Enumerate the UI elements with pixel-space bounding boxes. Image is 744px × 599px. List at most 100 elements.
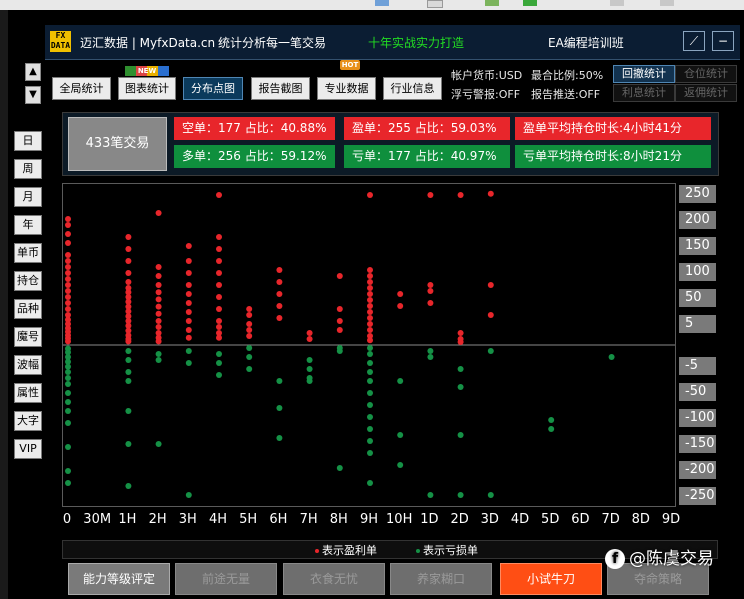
loss-point [155, 357, 162, 363]
toolbar-icon[interactable] [427, 0, 443, 8]
toolbar-icon[interactable] [610, 0, 624, 6]
loss-point [125, 369, 132, 375]
toolbar-icon[interactable] [375, 0, 389, 6]
profit-point [125, 279, 132, 285]
loss-point [427, 348, 434, 354]
course-link[interactable]: EA编程培训班 [548, 34, 624, 51]
profit-point [276, 267, 283, 273]
profit-point [125, 258, 132, 264]
x-tick-label: 9D [661, 512, 681, 527]
toolbar-icon[interactable] [660, 0, 674, 6]
profit-point [276, 315, 283, 321]
minimize-icon[interactable]: − [712, 31, 734, 51]
tab-industry-info[interactable]: 行业信息 [383, 77, 442, 100]
loss-point [367, 480, 373, 486]
sidebar-item-symbol[interactable]: 品种 [14, 299, 42, 319]
profit-point [155, 303, 162, 310]
loss-point [185, 492, 192, 498]
profit-point [276, 291, 283, 297]
sidebar-item-large-font[interactable]: 大字 [14, 411, 42, 431]
profit-point [216, 306, 222, 312]
scroll-down-arrow-icon[interactable]: ▼ [25, 86, 41, 104]
drawdown-ratio: 最合比例:50% [531, 69, 604, 82]
profit-point [65, 222, 71, 228]
loss-point [246, 366, 253, 372]
loss-point [155, 441, 162, 447]
profit-point [427, 192, 434, 198]
profit-point [125, 234, 132, 240]
sidebar-item-volatility[interactable]: 波幅 [14, 355, 42, 375]
tab-pro-data[interactable]: 专业数据 [317, 77, 376, 100]
loss-orders-stat: 亏单：177 占比：40.97% [344, 145, 510, 168]
profit-point [427, 300, 434, 306]
x-tick-label: 6D [571, 512, 590, 527]
sidebar-item-week[interactable]: 周 [14, 159, 42, 179]
loss-point [367, 426, 373, 432]
tab-chart-stats[interactable]: 图表统计 [118, 77, 176, 100]
tab-global-stats[interactable]: 全局统计 [52, 77, 111, 100]
loss-point [276, 435, 283, 441]
profit-point [367, 267, 373, 273]
ability-rating-button[interactable]: 能力等级评定 [68, 563, 170, 595]
sidebar-item-year[interactable]: 年 [14, 215, 42, 235]
level-unlimited-future[interactable]: 前途无量 [175, 563, 277, 595]
drawdown-stats-button[interactable]: 回撤统计 [613, 65, 675, 83]
sidebar-item-single-currency[interactable]: 单币 [14, 243, 42, 263]
y-tick-label: -50 [679, 383, 716, 401]
loss-point [427, 492, 434, 498]
total-trades: 433笔交易 [68, 117, 167, 171]
sidebar-item-magic[interactable]: 魔号 [14, 327, 42, 347]
profit-point [65, 216, 71, 222]
profit-point [65, 282, 71, 288]
scroll-up-arrow-icon[interactable]: ▲ [25, 63, 41, 81]
loss-point [125, 357, 132, 363]
y-tick-label: 5 [679, 315, 716, 333]
loss-point [65, 369, 71, 375]
scatter-plot [63, 190, 675, 498]
edit-icon[interactable]: ⟋ [683, 31, 705, 51]
profit-point [65, 231, 71, 237]
loss-point [306, 357, 313, 363]
sidebar-item-month[interactable]: 月 [14, 187, 42, 207]
profit-point [276, 279, 283, 285]
level-beginner-trial[interactable]: 小试牛刀 [500, 563, 602, 595]
loss-point [367, 390, 373, 396]
promo-text[interactable]: 十年实战实力打造 [368, 34, 464, 51]
level-well-off[interactable]: 衣食无忧 [283, 563, 385, 595]
loss-point [306, 378, 313, 384]
profit-point [155, 318, 162, 324]
sidebar-item-day[interactable]: 日 [14, 131, 42, 151]
profit-point [216, 334, 222, 341]
profit-point [216, 294, 222, 300]
loss-point [367, 378, 373, 384]
loss-point [155, 351, 162, 357]
profit-point [155, 289, 162, 296]
position-stats-button[interactable]: 仓位统计 [675, 65, 737, 83]
loss-point [457, 432, 464, 438]
report-push[interactable]: 报告推送:OFF [531, 86, 600, 102]
loss-point [367, 351, 373, 357]
float-loss-alert[interactable]: 浮亏警报:OFF [451, 86, 520, 102]
loss-point [487, 492, 494, 498]
profit-point [65, 338, 71, 345]
toolbar-icon[interactable] [485, 0, 499, 6]
toolbar-icon[interactable] [523, 0, 537, 6]
sidebar-item-attribute[interactable]: 属性 [14, 383, 42, 403]
profit-point [367, 309, 373, 315]
level-support-family[interactable]: 养家糊口 [390, 563, 492, 595]
profit-point [367, 279, 373, 285]
profit-point [65, 270, 71, 276]
tab-report-screenshot[interactable]: 报告截图 [251, 77, 310, 100]
rebate-stats-button[interactable]: 返佣统计 [675, 84, 737, 102]
tab-distribution-plot[interactable]: 分布点图 [183, 77, 243, 100]
profit-point [397, 303, 404, 309]
loss-point [246, 345, 253, 351]
x-tick-label: 7H [299, 512, 318, 527]
sidebar-item-vip[interactable]: VIP [14, 439, 42, 459]
sidebar-item-holding[interactable]: 持仓 [14, 271, 42, 291]
profit-point [185, 243, 192, 249]
profit-point [185, 258, 192, 264]
interest-stats-button[interactable]: 利息统计 [613, 84, 675, 102]
loss-point [65, 444, 71, 450]
loss-point [457, 492, 464, 498]
